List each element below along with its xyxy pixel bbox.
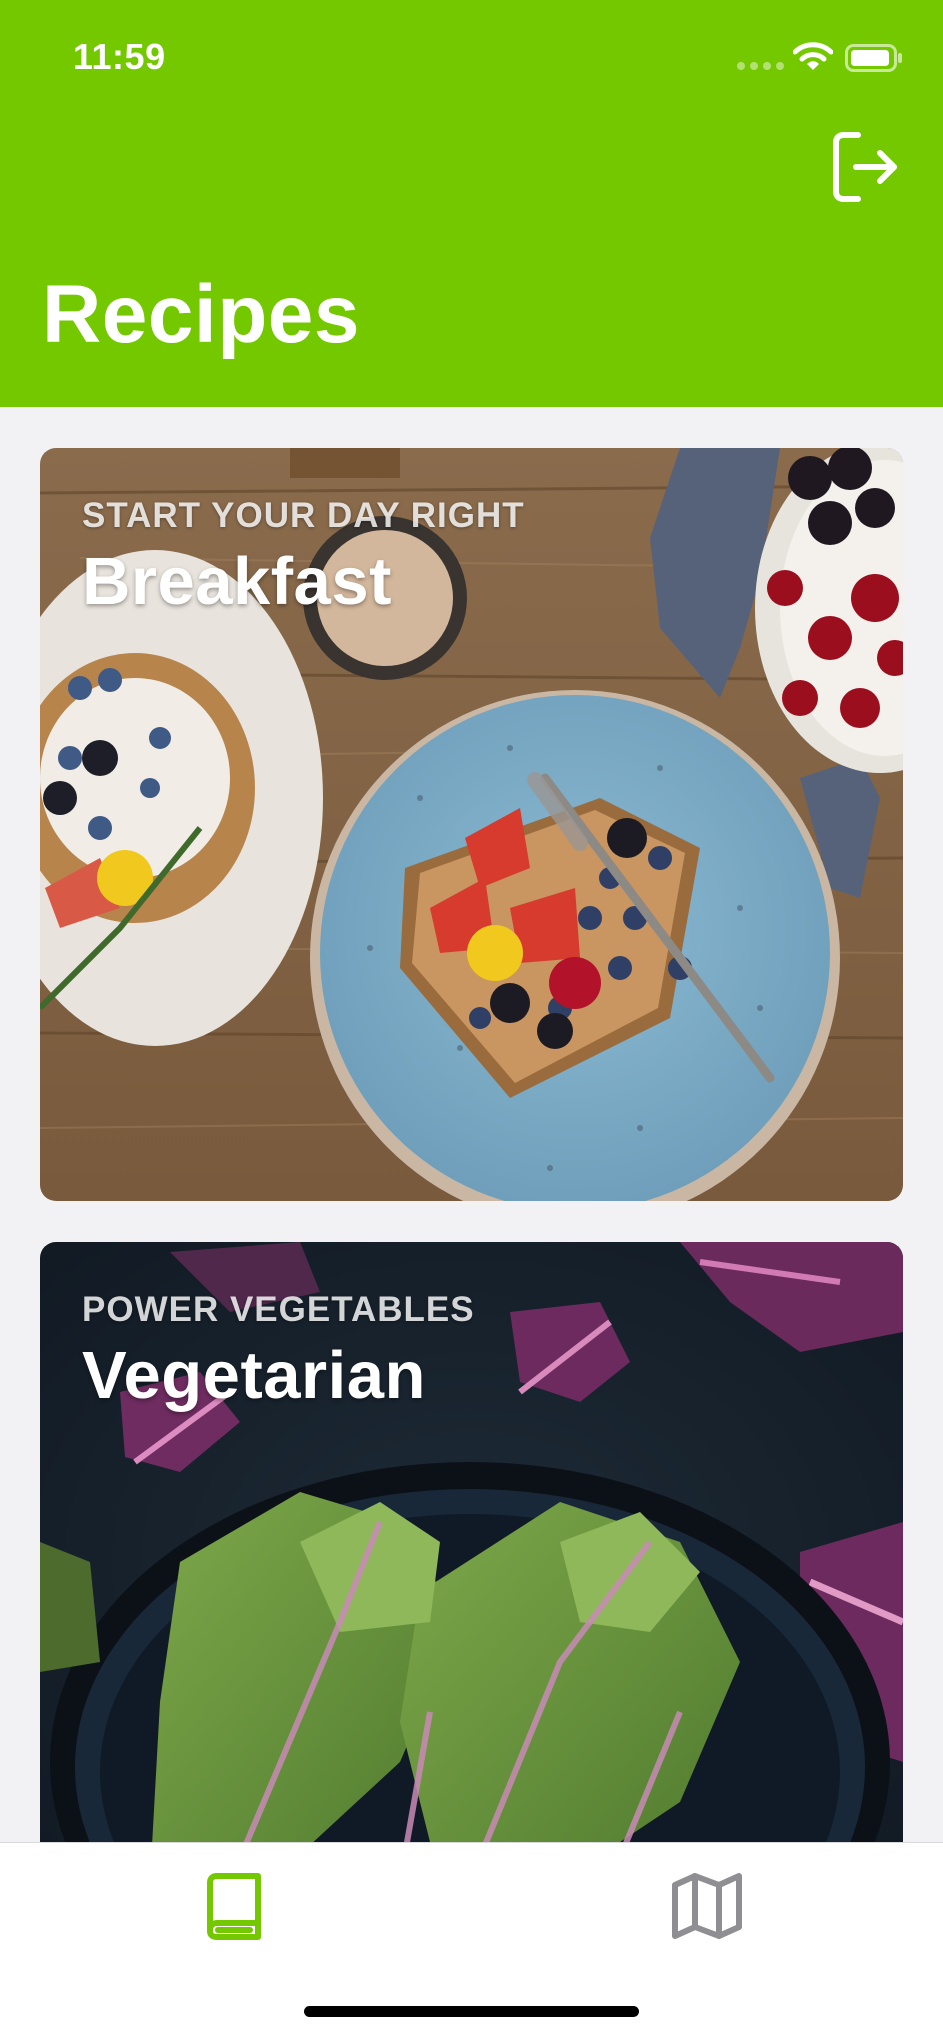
battery-icon xyxy=(845,44,902,72)
wifi-icon xyxy=(793,42,833,70)
book-icon xyxy=(207,1873,261,1940)
card-eyebrow: START YOUR DAY RIGHT xyxy=(82,496,525,535)
category-card-vegetarian[interactable]: POWER VEGETABLES Vegetarian xyxy=(40,1242,903,1842)
logout-icon xyxy=(833,132,897,202)
recipe-category-list[interactable]: START YOUR DAY RIGHT Breakfast POWER VEG… xyxy=(0,407,943,1842)
cellular-signal-icon xyxy=(737,62,785,70)
logout-button[interactable] xyxy=(832,131,898,203)
tab-map[interactable] xyxy=(471,1843,942,1963)
card-eyebrow: POWER VEGETABLES xyxy=(82,1290,475,1329)
category-card-breakfast[interactable]: START YOUR DAY RIGHT Breakfast xyxy=(40,448,903,1201)
card-title: Breakfast xyxy=(82,544,392,619)
status-time: 11:59 xyxy=(73,36,166,77)
map-icon xyxy=(672,1873,742,1939)
header: 11:59 Recipes xyxy=(0,0,943,407)
card-title: Vegetarian xyxy=(82,1338,426,1413)
home-indicator xyxy=(304,2006,639,2017)
tab-recipes[interactable] xyxy=(0,1843,471,1963)
page-title: Recipes xyxy=(42,269,361,360)
